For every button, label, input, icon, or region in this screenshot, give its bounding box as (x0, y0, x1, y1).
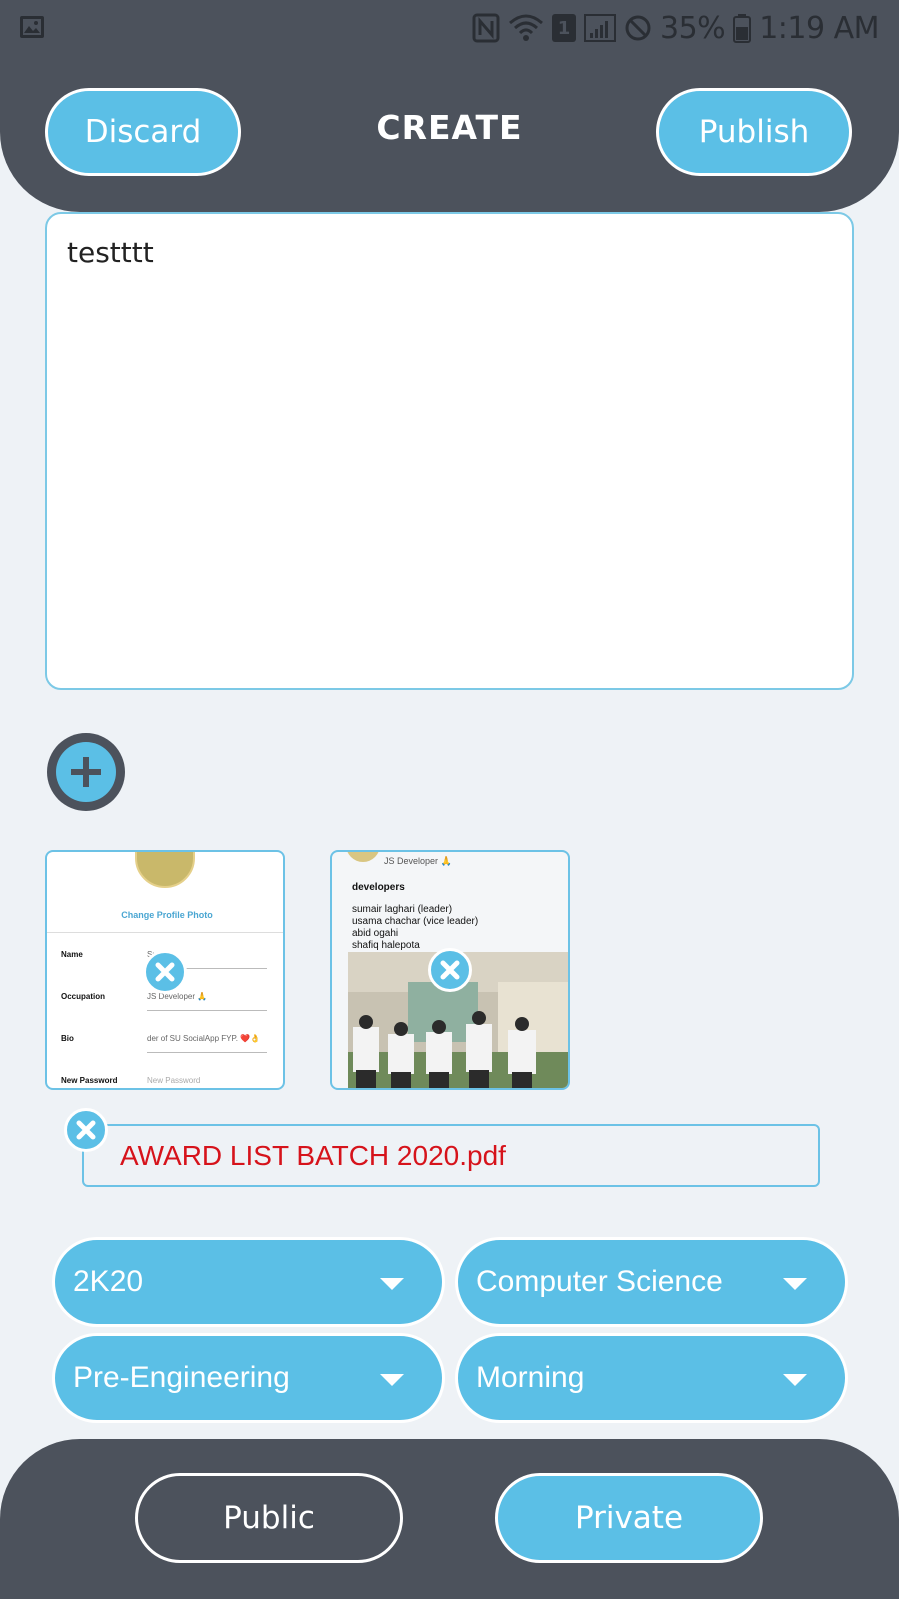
shift-select-value: Morning (476, 1361, 585, 1394)
battery-icon (733, 14, 752, 43)
divider (147, 1052, 267, 1053)
remove-image-2-button[interactable] (428, 948, 472, 992)
divider (147, 1010, 267, 1011)
chevron-down-icon (380, 1278, 404, 1290)
thumb-post-line: sumair laghari (leader) (352, 904, 453, 915)
post-text-input[interactable]: testttt (45, 212, 854, 690)
public-button[interactable]: Public (135, 1473, 403, 1563)
create-post-screen: 1 35% 1:19 AM Discard CREATE Publish tes… (0, 0, 899, 1599)
thumb-field-label: New Password (61, 1076, 118, 1085)
thumb-post-line: usama chachar (vice leader) (352, 916, 479, 927)
thumb-field-value: JS Developer 🙏 (147, 992, 208, 1001)
divider (47, 932, 283, 933)
file-name: AWARD LIST BATCH 2020.pdf (120, 1140, 506, 1171)
thumb-field-label: Name (61, 950, 83, 959)
close-icon (76, 1120, 96, 1140)
dnd-icon (625, 15, 651, 41)
wifi-icon (509, 14, 543, 41)
private-button[interactable]: Private (495, 1473, 763, 1563)
profile-avatar-thumbnail (346, 852, 380, 862)
thumb-field-row: New Password New Password (61, 1076, 281, 1088)
file-attachment[interactable]: AWARD LIST BATCH 2020.pdf (82, 1124, 820, 1187)
battery-percent: 35% (660, 10, 726, 46)
add-attachment-button[interactable] (47, 733, 125, 811)
thumb-post-line: developers (352, 882, 405, 893)
profile-avatar-thumbnail (135, 852, 195, 888)
batch-select-value: 2K20 (73, 1265, 144, 1298)
attachment-image-1[interactable]: Change Profile Photo Name Sumair Occupat… (45, 850, 285, 1090)
shift-select[interactable]: Morning (455, 1333, 848, 1423)
department-select[interactable]: Computer Science (455, 1237, 848, 1327)
group-select-value: Pre-Engineering (73, 1361, 290, 1394)
thumb-post-header: JS Developer 🙏 (384, 856, 452, 866)
post-text-value: testttt (67, 236, 154, 269)
remove-file-button[interactable] (64, 1108, 108, 1152)
thumb-change-photo-text: Change Profile Photo (121, 910, 213, 920)
chevron-down-icon (783, 1374, 807, 1386)
close-icon (155, 962, 175, 982)
thumb-field-row: Occupation JS Developer 🙏 (61, 992, 281, 1032)
nfc-icon (472, 13, 500, 43)
sim-slot-number: 1 (557, 17, 571, 39)
thumb-field-label: Occupation (61, 992, 106, 1001)
thumb-field-row: Bio der of SU SocialApp FYP. ❤️👌 (61, 1034, 281, 1074)
publish-button[interactable]: Publish (656, 88, 852, 176)
group-select[interactable]: Pre-Engineering (52, 1333, 445, 1423)
batch-select[interactable]: 2K20 (52, 1237, 445, 1327)
thumb-field-label: Bio (61, 1034, 74, 1043)
plus-icon (56, 742, 116, 802)
clock: 1:19 AM (759, 10, 879, 46)
thumb-field-value: New Password (147, 1076, 201, 1085)
thumb-field-value: der of SU SocialApp FYP. ❤️👌 (147, 1034, 261, 1043)
close-icon (440, 960, 460, 980)
sim-icon: 1 (552, 14, 576, 42)
chevron-down-icon (783, 1278, 807, 1290)
image-icon (20, 16, 44, 38)
signal-icon (584, 14, 616, 42)
status-right: 1 35% 1:19 AM (472, 8, 879, 48)
remove-image-1-button[interactable] (143, 950, 187, 994)
thumb-post-line: abid ogahi (352, 928, 399, 939)
chevron-down-icon (380, 1374, 404, 1386)
department-select-value: Computer Science (476, 1265, 723, 1298)
status-bar: 1 35% 1:19 AM (0, 0, 899, 58)
attachment-image-2[interactable]: JS Developer 🙏 developers sumair laghari… (330, 850, 570, 1090)
thumb-post-line: shafiq halepota (352, 940, 420, 951)
